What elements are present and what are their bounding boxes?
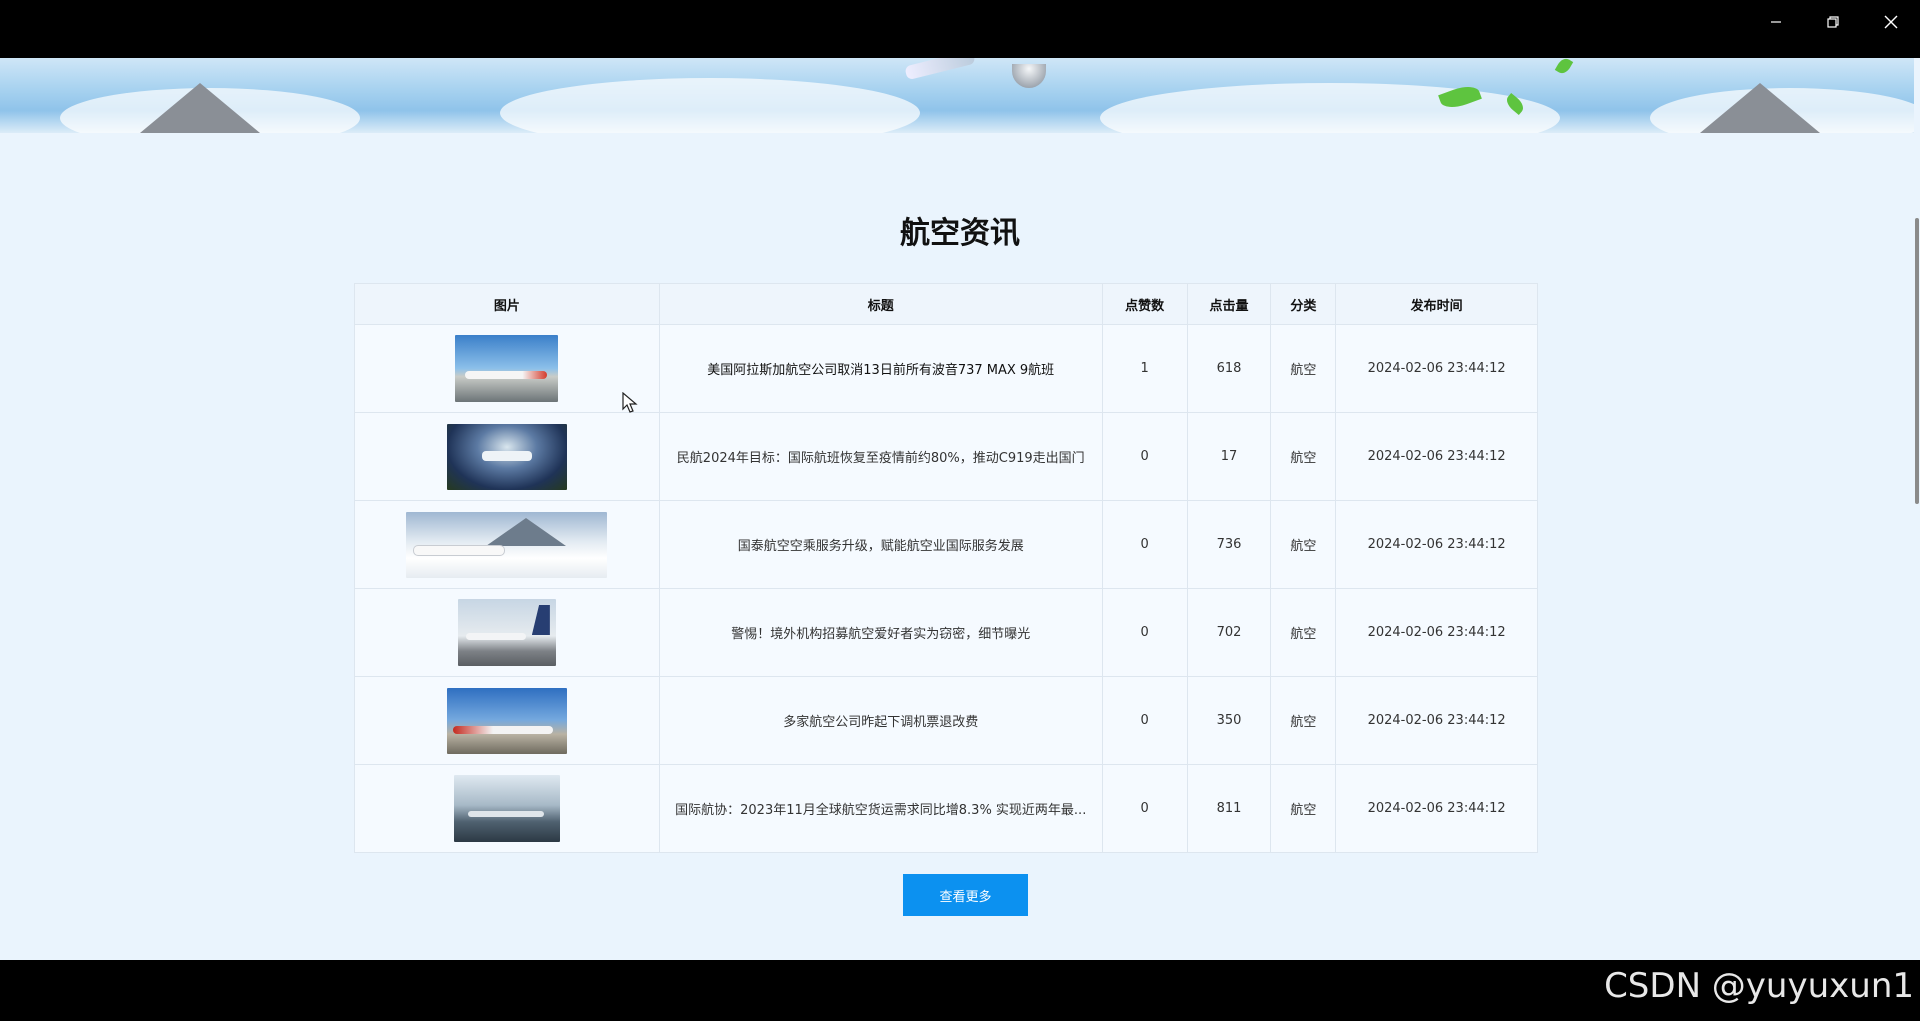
banner-mountain xyxy=(140,83,260,133)
thumbnail-cell[interactable] xyxy=(354,588,660,677)
clicks-count: 618 xyxy=(1186,324,1272,413)
minimize-icon xyxy=(1771,21,1781,23)
thumbnail-cell[interactable] xyxy=(354,764,660,853)
news-thumbnail[interactable] xyxy=(455,335,559,402)
thumbnail-cell[interactable] xyxy=(354,324,660,413)
mouse-cursor-icon xyxy=(622,392,638,413)
table-row[interactable]: 民航2024年目标：国际航班恢复至疫情前约80%，推动C919走出国门 0 17… xyxy=(354,412,1538,501)
thumbnail-cell[interactable] xyxy=(354,676,660,765)
banner-cloud xyxy=(1100,83,1560,133)
header-banner xyxy=(0,58,1920,133)
news-table: 图片 标题 点赞数 点击量 分类 发布时间 美国阿拉斯加航空公司取消13日前所有… xyxy=(354,283,1538,853)
table-row[interactable]: 多家航空公司昨起下调机票退改费 0 350 航空 2024-02-06 23:4… xyxy=(354,676,1538,765)
clicks-count: 17 xyxy=(1186,412,1272,501)
publish-time: 2024-02-06 23:44:12 xyxy=(1335,500,1538,589)
publish-time: 2024-02-06 23:44:12 xyxy=(1335,412,1538,501)
banner-cloud xyxy=(500,78,920,133)
category: 航空 xyxy=(1270,588,1337,677)
close-button[interactable] xyxy=(1863,4,1919,40)
publish-time: 2024-02-06 23:44:12 xyxy=(1335,676,1538,765)
header-publish-time: 发布时间 xyxy=(1335,283,1538,325)
publish-time: 2024-02-06 23:44:12 xyxy=(1335,588,1538,677)
page-content: 航空资讯 图片 标题 点赞数 点击量 分类 发布时间 美国阿拉斯加航空公司取消1… xyxy=(0,58,1920,960)
category: 航空 xyxy=(1270,412,1337,501)
restore-button[interactable] xyxy=(1805,4,1861,40)
airplane-graphic xyxy=(452,725,553,734)
airplane-graphic xyxy=(414,545,505,555)
mountain-graphic xyxy=(486,517,567,546)
minimize-button[interactable] xyxy=(1748,4,1804,40)
likes-count: 0 xyxy=(1101,588,1188,677)
header-clicks: 点击量 xyxy=(1186,283,1272,325)
likes-count: 0 xyxy=(1101,412,1188,501)
likes-count: 0 xyxy=(1101,676,1188,765)
airplane-graphic xyxy=(481,450,532,461)
category: 航空 xyxy=(1270,500,1337,589)
header-image: 图片 xyxy=(354,283,660,325)
news-thumbnail[interactable] xyxy=(457,599,556,666)
table-row[interactable]: 国泰航空空乘服务升级，赋能航空业国际服务发展 0 736 航空 2024-02-… xyxy=(354,500,1538,589)
table-row[interactable]: 美国阿拉斯加航空公司取消13日前所有波音737 MAX 9航班 1 618 航空… xyxy=(354,324,1538,413)
thumbnail-cell[interactable] xyxy=(354,412,660,501)
category: 航空 xyxy=(1270,676,1337,765)
likes-count: 0 xyxy=(1101,500,1188,589)
likes-count: 1 xyxy=(1101,324,1188,413)
news-title[interactable]: 民航2024年目标：国际航班恢复至疫情前约80%，推动C919走出国门 xyxy=(658,412,1103,501)
table-row[interactable]: 警惕！境外机构招募航空爱好者实为窃密，细节曝光 0 702 航空 2024-02… xyxy=(354,588,1538,677)
clicks-count: 811 xyxy=(1186,764,1272,853)
news-title[interactable]: 多家航空公司昨起下调机票退改费 xyxy=(658,676,1103,765)
clicks-count: 350 xyxy=(1186,676,1272,765)
banner-plane xyxy=(904,58,976,81)
scrollbar-thumb[interactable] xyxy=(1915,218,1919,504)
category: 航空 xyxy=(1270,324,1337,413)
news-thumbnail[interactable] xyxy=(446,687,567,754)
publish-time: 2024-02-06 23:44:12 xyxy=(1335,764,1538,853)
likes-count: 0 xyxy=(1101,764,1188,853)
news-thumbnail[interactable] xyxy=(406,511,608,578)
scrollbar-track[interactable] xyxy=(1914,58,1920,960)
news-title[interactable]: 警惕！境外机构招募航空爱好者实为窃密，细节曝光 xyxy=(658,588,1103,677)
thumbnail-cell[interactable] xyxy=(354,500,660,589)
section-title: 航空资讯 xyxy=(900,216,1020,251)
category: 航空 xyxy=(1270,764,1337,853)
airplane-graphic xyxy=(465,371,548,379)
view-more-button[interactable]: 查看更多 xyxy=(903,874,1028,916)
banner-mountain xyxy=(1700,83,1820,133)
news-title[interactable]: 国际航协：2023年11月全球航空货运需求同比增8.3% 实现近两年最... xyxy=(658,764,1103,853)
publish-time: 2024-02-06 23:44:12 xyxy=(1335,324,1538,413)
header-title: 标题 xyxy=(658,283,1103,325)
close-icon xyxy=(1884,15,1898,29)
restore-icon xyxy=(1827,16,1839,28)
tail-fin-graphic xyxy=(531,605,550,635)
airplane-graphic xyxy=(465,633,526,640)
table-header-row: 图片 标题 点赞数 点击量 分类 发布时间 xyxy=(354,283,1538,325)
news-thumbnail[interactable] xyxy=(453,775,560,842)
banner-leaf xyxy=(1554,58,1574,76)
news-title[interactable]: 美国阿拉斯加航空公司取消13日前所有波音737 MAX 9航班 xyxy=(658,324,1103,413)
news-title[interactable]: 国泰航空空乘服务升级，赋能航空业国际服务发展 xyxy=(658,500,1103,589)
airplane-graphic xyxy=(467,811,544,817)
table-row[interactable]: 国际航协：2023年11月全球航空货运需求同比增8.3% 实现近两年最... 0… xyxy=(354,764,1538,853)
clicks-count: 736 xyxy=(1186,500,1272,589)
window-titlebar xyxy=(0,0,1920,58)
watermark-text: CSDN @yuyuxun1 xyxy=(1604,966,1914,1006)
header-likes: 点赞数 xyxy=(1101,283,1188,325)
clicks-count: 702 xyxy=(1186,588,1272,677)
banner-globe xyxy=(1012,64,1046,88)
header-category: 分类 xyxy=(1270,283,1337,325)
news-thumbnail[interactable] xyxy=(446,423,567,490)
